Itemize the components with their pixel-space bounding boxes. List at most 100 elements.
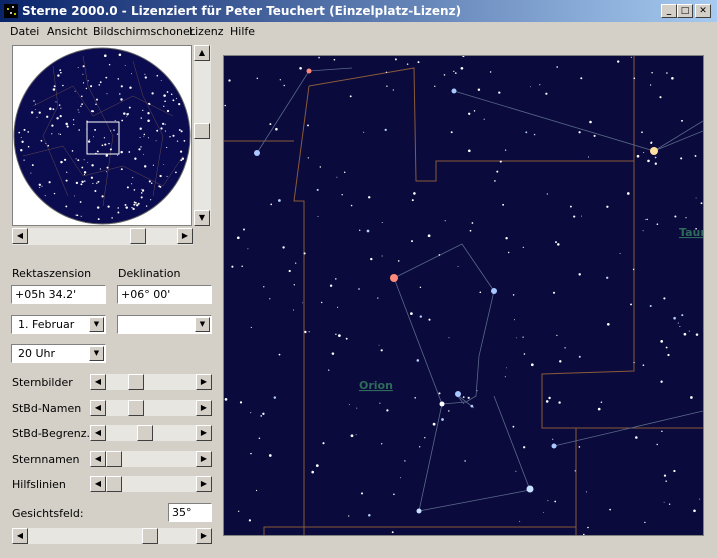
mini-star <box>81 95 83 98</box>
mini-star <box>60 160 63 164</box>
constellation-label-taurus[interactable]: Taur <box>679 226 703 239</box>
star-map[interactable]: Orion Taur <box>223 55 704 536</box>
chevron-down-icon[interactable]: ▼ <box>195 317 210 332</box>
mini-star <box>41 185 43 187</box>
fov-slider[interactable]: ◀ ▶ <box>12 528 212 544</box>
star-betelgeuse[interactable] <box>390 274 398 282</box>
mini-star <box>90 176 94 179</box>
fov-thumb[interactable] <box>142 528 158 544</box>
slider-thumb[interactable] <box>128 400 145 416</box>
star-mintaka[interactable] <box>439 401 445 407</box>
mini-star <box>162 122 165 125</box>
mini-star <box>81 103 83 105</box>
star <box>699 498 701 500</box>
slider-stbd-begrenz[interactable]: ◀ ▶ <box>90 425 212 441</box>
mini-star <box>108 63 111 66</box>
constellation-label-orion[interactable]: Orion <box>359 379 393 392</box>
scroll-left-button[interactable]: ◀ <box>12 228 28 244</box>
star <box>663 474 667 477</box>
menu-lizenz[interactable]: Lizenz <box>189 25 223 38</box>
mini-star <box>23 128 26 131</box>
star <box>392 89 394 91</box>
vertical-scrollbar[interactable]: ▲ ▼ <box>194 45 211 226</box>
mini-star <box>98 84 101 86</box>
mini-star <box>117 154 119 156</box>
ra-input[interactable]: +05h 34.2' <box>11 285 106 304</box>
slider-right-button[interactable]: ▶ <box>196 374 212 390</box>
slider-sternnamen[interactable]: ◀ ▶ <box>90 451 212 467</box>
star <box>278 353 281 356</box>
scroll-thumb-vertical[interactable] <box>194 123 210 139</box>
star <box>268 454 272 457</box>
fov-left-button[interactable]: ◀ <box>12 528 28 544</box>
dec-input[interactable]: +06° 00' <box>117 285 212 304</box>
fov-right-button[interactable]: ▶ <box>196 528 212 544</box>
slider-right-button[interactable]: ▶ <box>196 400 212 416</box>
star <box>489 71 492 73</box>
menu-hilfe[interactable]: Hilfe <box>230 25 255 38</box>
second-select[interactable]: ▼ <box>117 315 212 334</box>
star-bellatrix[interactable] <box>491 288 497 294</box>
star <box>282 246 285 249</box>
close-button[interactable]: ✕ <box>695 4 711 18</box>
star-bright-left[interactable] <box>254 150 260 156</box>
mini-star <box>56 117 59 120</box>
scroll-right-button[interactable]: ▶ <box>177 228 193 244</box>
slider-left-button[interactable]: ◀ <box>90 400 106 416</box>
chevron-down-icon[interactable]: ▼ <box>89 317 104 332</box>
slider-hilfslinien[interactable]: ◀ ▶ <box>90 476 212 492</box>
slider-left-button[interactable]: ◀ <box>90 476 106 492</box>
mini-star <box>96 98 98 101</box>
star <box>438 392 441 395</box>
star-saiph[interactable] <box>416 508 422 514</box>
star <box>693 509 696 513</box>
maximize-button[interactable]: □ <box>677 4 693 18</box>
star-top[interactable] <box>451 88 457 94</box>
slider-right-button[interactable]: ▶ <box>196 451 212 467</box>
overview-sky-map[interactable] <box>12 45 192 226</box>
scroll-up-button[interactable]: ▲ <box>194 45 210 61</box>
menu-ansicht[interactable]: Ansicht <box>47 25 88 38</box>
slider-sternbilder[interactable]: ◀ ▶ <box>90 374 212 390</box>
star-rigel[interactable] <box>526 485 534 493</box>
mini-star <box>38 183 41 186</box>
mini-star <box>133 201 136 204</box>
scroll-down-button[interactable]: ▼ <box>194 210 210 226</box>
date-select[interactable]: 1. Februar ▼ <box>11 315 106 334</box>
mini-star <box>143 133 146 136</box>
star <box>256 77 259 80</box>
mini-star <box>27 145 30 148</box>
mini-star <box>181 157 185 160</box>
star <box>479 291 482 294</box>
mini-star <box>137 202 140 205</box>
slider-right-button[interactable]: ▶ <box>196 476 212 492</box>
star <box>448 337 450 339</box>
mini-star <box>163 164 165 165</box>
star-right[interactable] <box>551 443 557 449</box>
slider-thumb[interactable] <box>137 425 154 441</box>
star-top-red[interactable] <box>306 68 312 74</box>
scroll-thumb-horizontal[interactable] <box>130 228 146 244</box>
fov-input[interactable]: 35° <box>168 503 212 522</box>
horizontal-scrollbar[interactable]: ◀ ▶ <box>12 228 193 245</box>
star <box>358 288 360 290</box>
slider-thumb[interactable] <box>128 374 145 390</box>
minimize-button[interactable]: _ <box>661 4 677 18</box>
time-select[interactable]: 20 Uhr ▼ <box>11 344 106 363</box>
slider-left-button[interactable]: ◀ <box>90 425 106 441</box>
slider-stbd-namen[interactable]: ◀ ▶ <box>90 400 212 416</box>
slider-right-button[interactable]: ▶ <box>196 425 212 441</box>
slider-left-button[interactable]: ◀ <box>90 451 106 467</box>
star-aldebaran[interactable] <box>650 147 658 155</box>
slider-thumb[interactable] <box>106 451 122 467</box>
menu-bildschirmschoner[interactable]: Bildschirmschoner <box>93 25 194 38</box>
slider-left-button[interactable]: ◀ <box>90 374 106 390</box>
star-alnitak[interactable] <box>455 391 461 397</box>
star <box>471 222 474 224</box>
star <box>302 302 303 304</box>
title-bar[interactable]: Sterne 2000.0 - Lizenziert für Peter Teu… <box>0 0 717 22</box>
mini-star <box>57 74 60 77</box>
slider-thumb[interactable] <box>106 476 122 492</box>
menu-datei[interactable]: Datei <box>10 25 39 38</box>
chevron-down-icon[interactable]: ▼ <box>89 346 104 361</box>
